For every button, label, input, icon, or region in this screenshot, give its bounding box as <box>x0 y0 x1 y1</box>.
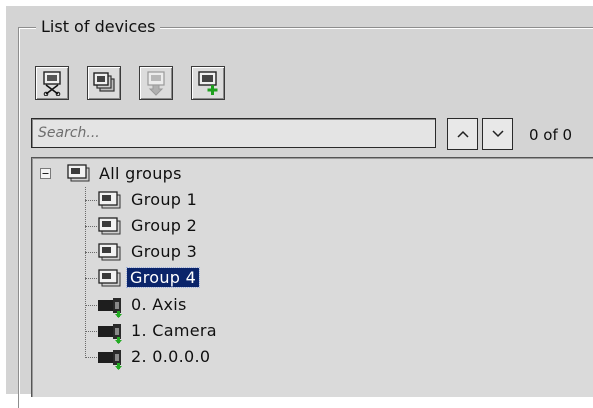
tree-group-item[interactable]: Group 3 <box>131 242 197 261</box>
move-down-button[interactable] <box>139 66 173 100</box>
move-down-icon <box>147 71 165 96</box>
tree-group-item[interactable]: Group 1 <box>131 190 197 209</box>
next-result-button[interactable] <box>482 118 513 150</box>
tree-connector <box>85 226 97 227</box>
group-folder-icon <box>97 268 123 292</box>
groupbox-title: List of devices <box>36 17 161 37</box>
camera-icon <box>97 348 125 374</box>
tree-connector <box>85 200 97 201</box>
tree-camera-item[interactable]: 0. Axis <box>131 295 187 314</box>
disconnect-devices-button[interactable] <box>35 66 69 100</box>
tree-connector <box>85 278 97 279</box>
tree-connector <box>85 252 97 253</box>
tree-camera-item[interactable]: 2. 0.0.0.0 <box>131 347 210 366</box>
previous-result-button[interactable] <box>447 118 478 150</box>
tree-connector <box>85 331 97 332</box>
add-device-button[interactable] <box>191 66 225 100</box>
tree-connector <box>85 187 86 358</box>
tree-connector <box>85 357 97 358</box>
group-folder-icon <box>97 242 123 266</box>
group-folder-icon <box>66 163 92 187</box>
tree-group-item[interactable]: Group 2 <box>131 216 197 235</box>
tree-group-item-selected[interactable]: Group 4 <box>125 267 201 288</box>
add-device-icon <box>198 71 218 95</box>
chevron-down-icon <box>491 130 504 138</box>
collapse-toggle[interactable] <box>40 168 51 179</box>
copy-devices-icon <box>93 72 115 92</box>
camera-icon <box>97 296 125 322</box>
search-input[interactable] <box>31 118 436 148</box>
copy-devices-button[interactable] <box>87 66 121 100</box>
disconnect-devices-icon <box>43 71 61 96</box>
group-folder-icon <box>97 216 123 240</box>
tree-root-label[interactable]: All groups <box>99 164 182 183</box>
minus-icon <box>42 173 49 174</box>
group-folder-icon <box>97 190 123 214</box>
tree-camera-item[interactable]: 1. Camera <box>131 321 217 340</box>
camera-icon <box>97 322 125 348</box>
tree-connector <box>85 305 97 306</box>
search-result-count: 0 of 0 <box>529 126 573 144</box>
chevron-up-icon <box>456 130 469 138</box>
